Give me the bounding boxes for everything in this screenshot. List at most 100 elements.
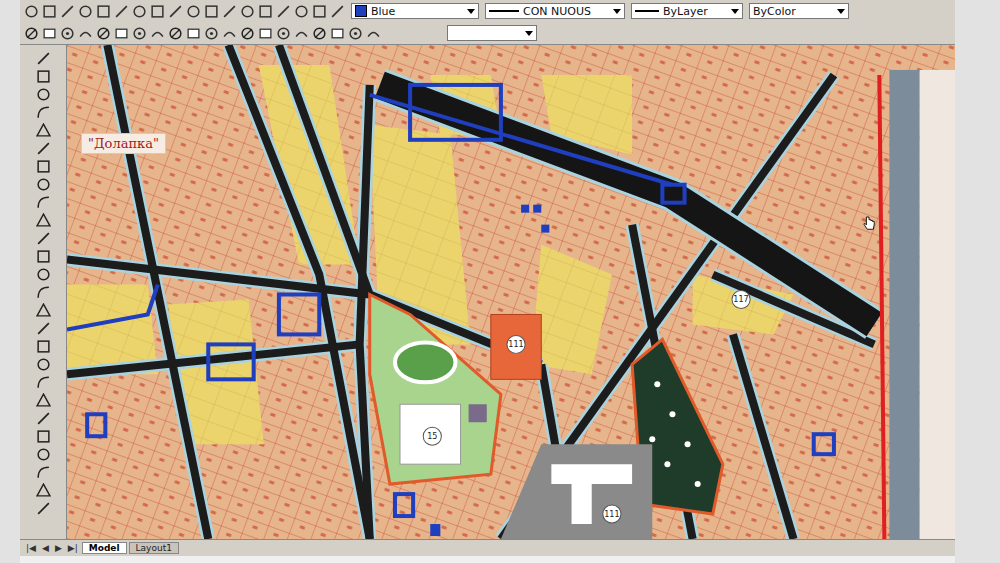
tool-icon[interactable] bbox=[42, 4, 57, 19]
tool-icon[interactable] bbox=[258, 4, 273, 19]
tool-icon[interactable] bbox=[36, 339, 51, 354]
tool-icon[interactable] bbox=[36, 501, 51, 516]
tool-icon[interactable] bbox=[96, 4, 111, 19]
tool-icon[interactable] bbox=[222, 4, 237, 19]
tool-icon[interactable] bbox=[36, 141, 51, 156]
toolbar: Blue CON NUOUS ByLayer ByColor bbox=[20, 0, 955, 45]
tool-icon[interactable] bbox=[168, 26, 183, 41]
tool-icon[interactable] bbox=[240, 4, 255, 19]
parcel-number-marker: 111 bbox=[507, 335, 525, 353]
dropdown-arrow-icon bbox=[731, 9, 739, 14]
layout-tab[interactable]: Layout1 bbox=[129, 542, 179, 554]
tool-icon[interactable] bbox=[348, 26, 363, 41]
tool-icon[interactable] bbox=[132, 4, 147, 19]
svg-text:111: 111 bbox=[604, 510, 619, 519]
tool-icon[interactable] bbox=[150, 4, 165, 19]
tab-nav-button[interactable]: ▶ bbox=[53, 543, 64, 553]
lineweight-dropdown[interactable]: ByLayer bbox=[631, 3, 743, 19]
tool-icon[interactable] bbox=[36, 51, 51, 66]
tool-icon[interactable] bbox=[36, 231, 51, 246]
dropdown-arrow-icon bbox=[613, 9, 621, 14]
tool-icon[interactable] bbox=[276, 26, 291, 41]
tool-icon[interactable] bbox=[276, 4, 291, 19]
tool-icon[interactable] bbox=[36, 321, 51, 336]
tool-palette bbox=[20, 45, 67, 539]
tab-nav-button[interactable]: ◀ bbox=[40, 543, 51, 553]
tool-icon[interactable] bbox=[36, 159, 51, 174]
parcel-number-marker: 15 bbox=[423, 427, 441, 445]
tool-icon[interactable] bbox=[186, 26, 201, 41]
tool-icon[interactable] bbox=[78, 26, 93, 41]
hand-cursor-icon bbox=[862, 215, 876, 233]
tool-icon[interactable] bbox=[36, 105, 51, 120]
line-sample bbox=[489, 10, 519, 12]
drawing-canvas[interactable]: 111 15 117 111 "Долапка" bbox=[67, 45, 955, 539]
tool-icon[interactable] bbox=[330, 26, 345, 41]
tool-icon[interactable] bbox=[222, 26, 237, 41]
tool-icon[interactable] bbox=[36, 465, 51, 480]
tool-icon[interactable] bbox=[36, 249, 51, 264]
tool-icon[interactable] bbox=[204, 26, 219, 41]
tool-icon[interactable] bbox=[24, 26, 39, 41]
tool-icon[interactable] bbox=[36, 411, 51, 426]
parcel-number-marker: 111 bbox=[603, 505, 621, 523]
place-label: "Долапка" bbox=[81, 133, 166, 154]
tool-icon[interactable] bbox=[36, 123, 51, 138]
svg-text:117: 117 bbox=[733, 296, 748, 305]
tool-icon[interactable] bbox=[96, 26, 111, 41]
tool-icon[interactable] bbox=[114, 4, 129, 19]
tool-icon[interactable] bbox=[186, 4, 201, 19]
tool-icon[interactable] bbox=[312, 4, 327, 19]
tool-icon[interactable] bbox=[36, 375, 51, 390]
tool-icon[interactable] bbox=[294, 26, 309, 41]
city-plan-map: 111 15 117 111 bbox=[67, 45, 955, 539]
tool-icon[interactable] bbox=[78, 4, 93, 19]
tool-icon[interactable] bbox=[36, 213, 51, 228]
tool-icon[interactable] bbox=[132, 26, 147, 41]
tool-icon[interactable] bbox=[36, 393, 51, 408]
tool-icon[interactable] bbox=[36, 447, 51, 462]
plotstyle-dropdown[interactable]: ByColor bbox=[749, 3, 849, 19]
autocad-window: Blue CON NUOUS ByLayer ByColor 111151171… bbox=[20, 0, 955, 563]
layer-dropdown[interactable] bbox=[447, 25, 537, 41]
tool-icon[interactable] bbox=[240, 26, 255, 41]
tool-icon[interactable] bbox=[36, 69, 51, 84]
layout-tabs: |◀◀▶▶| ModelLayout1 bbox=[20, 539, 955, 556]
tool-icon[interactable] bbox=[36, 195, 51, 210]
tool-icon[interactable] bbox=[36, 483, 51, 498]
tool-icon[interactable] bbox=[36, 285, 51, 300]
tool-icon[interactable] bbox=[60, 4, 75, 19]
tab-nav-button[interactable]: |◀ bbox=[24, 543, 38, 553]
tool-icon[interactable] bbox=[24, 4, 39, 19]
tool-icon[interactable] bbox=[36, 357, 51, 372]
tool-icon[interactable] bbox=[330, 4, 345, 19]
layout-tab[interactable]: Model bbox=[82, 542, 127, 554]
tool-icon[interactable] bbox=[114, 26, 129, 41]
tool-icon[interactable] bbox=[36, 303, 51, 318]
tool-icon[interactable] bbox=[36, 267, 51, 282]
linetype-dropdown[interactable]: CON NUOUS bbox=[485, 3, 625, 19]
tool-icon[interactable] bbox=[168, 4, 183, 19]
tool-icon[interactable] bbox=[312, 26, 327, 41]
tool-icon[interactable] bbox=[258, 26, 273, 41]
line-sample bbox=[635, 10, 659, 12]
dropdown-arrow-icon bbox=[467, 9, 475, 14]
tool-icon[interactable] bbox=[36, 429, 51, 444]
dropdown-arrow-icon bbox=[525, 31, 533, 36]
color-swatch bbox=[355, 5, 367, 17]
tool-icon[interactable] bbox=[36, 87, 51, 102]
tool-icon[interactable] bbox=[150, 26, 165, 41]
tab-nav-button[interactable]: ▶| bbox=[66, 543, 80, 553]
command-area bbox=[20, 556, 955, 563]
tool-icon[interactable] bbox=[60, 26, 75, 41]
photo-background: Blue CON NUOUS ByLayer ByColor 111151171… bbox=[0, 0, 1000, 563]
tool-icon[interactable] bbox=[42, 26, 57, 41]
modify-toolbar bbox=[24, 26, 381, 41]
color-dropdown[interactable]: Blue bbox=[351, 3, 479, 19]
dropdown-arrow-icon bbox=[837, 9, 845, 14]
tool-icon[interactable] bbox=[36, 177, 51, 192]
tool-icon[interactable] bbox=[204, 4, 219, 19]
tool-icon[interactable] bbox=[294, 4, 309, 19]
parcel-number-marker: 117 bbox=[732, 291, 750, 309]
tool-icon[interactable] bbox=[366, 26, 381, 41]
